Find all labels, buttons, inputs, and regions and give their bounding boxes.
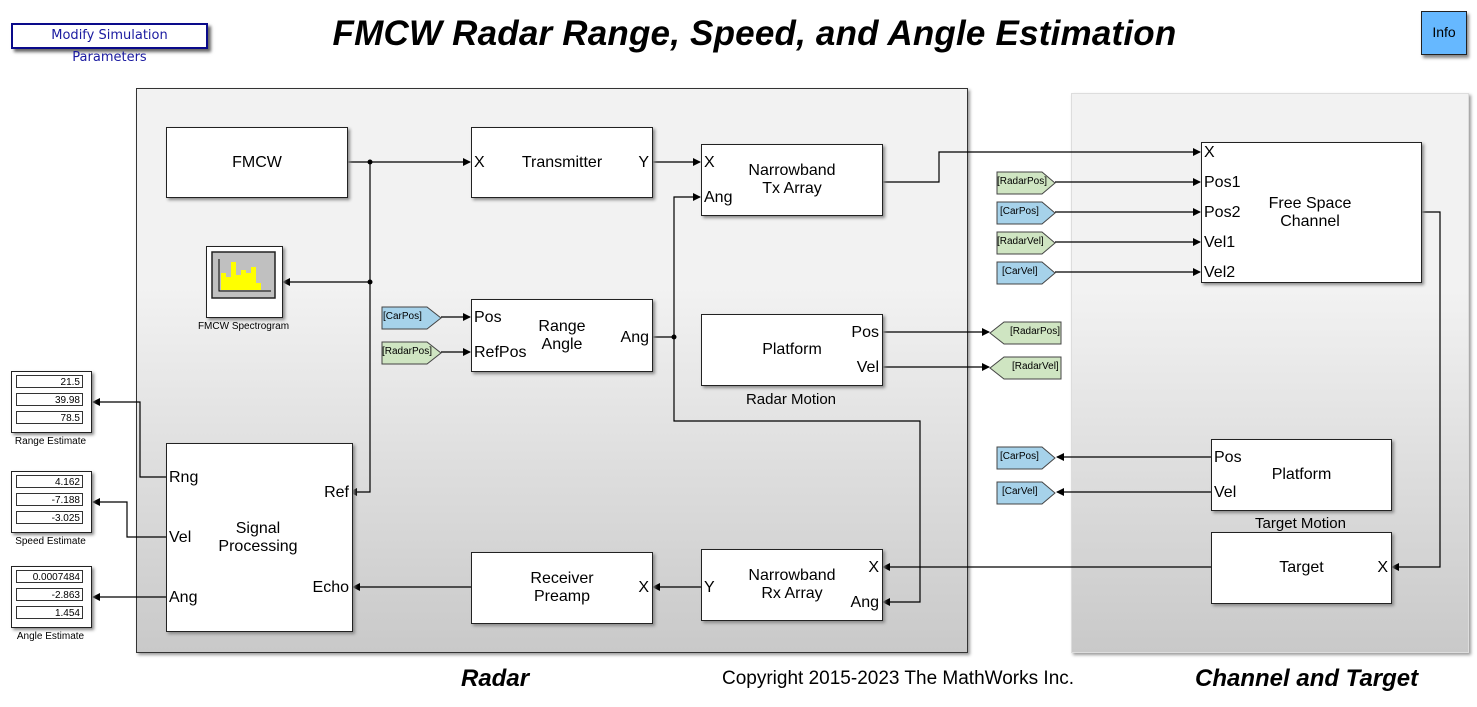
page-title: FMCW Radar Range, Speed, and Angle Estim… — [0, 14, 1477, 54]
from-tag-label: [RadarPos] — [997, 176, 1048, 187]
speed-estimate-caption: Speed Estimate — [15, 536, 86, 547]
channel-port-pos1: Pos1 — [1204, 174, 1241, 191]
channel-port-vel2: Vel2 — [1204, 264, 1236, 281]
copyright-text: Copyright 2015-2023 The MathWorks Inc. — [722, 668, 1075, 689]
angle-value: -2.863 — [16, 588, 83, 601]
signal-processing-block[interactable]: Signal Processing Rng Vel Ang Ref Echo — [166, 443, 353, 632]
speed-estimate-display[interactable]: 4.162 -7.188 -3.025 — [11, 471, 92, 533]
sp-port-ang: Ang — [169, 589, 198, 606]
range-angle-port-refpos: RefPos — [474, 344, 527, 361]
target-block[interactable]: Target X — [1211, 532, 1392, 604]
goto-tag-carvel-label: [CarVel] — [1002, 486, 1038, 497]
radar-motion-caption: Radar Motion — [745, 391, 837, 408]
radar-platform-label: Platform — [762, 341, 822, 358]
range-angle-port-pos: Pos — [474, 309, 502, 326]
range-angle-block[interactable]: Range Angle Pos RefPos Ang — [471, 299, 653, 372]
from-tag-carvel-channel[interactable]: [CarVel] — [996, 261, 1058, 285]
range-angle-port-ang: Ang — [620, 329, 649, 346]
goto-tag-radarpos[interactable]: [RadarPos] — [989, 321, 1062, 345]
angle-estimate-caption: Angle Estimate — [16, 631, 85, 642]
range-value: 78.5 — [16, 411, 83, 424]
radar-platform-port-vel: Vel — [856, 359, 879, 376]
goto-tag-carpos[interactable]: [CarPos] — [996, 446, 1058, 470]
from-tag-label: [CarVel] — [1002, 266, 1038, 277]
range-value: 21.5 — [16, 375, 83, 388]
receiver-preamp-label: Receiver Preamp — [530, 570, 594, 605]
transmitter-block[interactable]: Transmitter X Y — [471, 127, 653, 198]
goto-tag-radarpos-label: [RadarPos] — [1010, 326, 1061, 337]
rx-array-port-x: X — [868, 559, 879, 576]
fmcw-block[interactable]: FMCW — [166, 127, 348, 198]
page-title-text: FMCW Radar Range, Speed, and Angle Estim… — [332, 14, 1177, 53]
signal-processing-label: Signal Processing — [218, 519, 298, 555]
goto-tag-radarvel[interactable]: [RadarVel] — [989, 356, 1062, 380]
tx-array-port-x: X — [704, 154, 715, 171]
from-tag-radarpos-channel[interactable]: [RadarPos] — [996, 171, 1058, 195]
range-estimate-caption: Range Estimate — [14, 436, 87, 447]
sp-port-rng: Rng — [169, 469, 199, 486]
angle-value: 1.454 — [16, 606, 83, 619]
spectrum-scope-icon — [211, 251, 276, 299]
channel-port-vel1: Vel1 — [1204, 234, 1236, 251]
target-platform-port-vel: Vel — [1214, 484, 1237, 501]
speed-value: 4.162 — [16, 475, 83, 488]
info-button[interactable]: Info — [1421, 11, 1467, 55]
narrowband-tx-array-block[interactable]: Narrowband Tx Array X Ang — [701, 144, 883, 216]
channel-port-pos2: Pos2 — [1204, 204, 1241, 221]
angle-estimate-display[interactable]: 0.0007484 -2.863 1.454 — [11, 566, 92, 628]
goto-tag-radarvel-label: [RadarVel] — [1012, 361, 1059, 372]
target-label: Target — [1279, 559, 1324, 576]
spectrogram-caption: FMCW Spectrogram — [197, 321, 290, 332]
radar-platform-port-pos: Pos — [851, 324, 879, 341]
narrowband-rx-array-block[interactable]: Narrowband Rx Array Y X Ang — [701, 549, 883, 621]
sp-port-echo: Echo — [312, 579, 349, 596]
from-tag-carpos-channel[interactable]: [CarPos] — [996, 201, 1058, 225]
from-tag-radarpos[interactable]: [RadarPos] — [381, 341, 443, 365]
angle-value: 0.0007484 — [16, 570, 83, 583]
from-tag-radarpos-label: [RadarPos] — [382, 346, 433, 357]
from-tag-carpos[interactable]: [CarPos] — [381, 306, 443, 330]
rx-array-port-ang: Ang — [850, 594, 879, 611]
modify-simulation-parameters-button[interactable]: Modify Simulation Parameters — [11, 23, 208, 65]
rx-array-port-y: Y — [704, 579, 715, 596]
range-estimate-display[interactable]: 21.5 39.98 78.5 — [11, 371, 92, 433]
transmitter-label: Transmitter — [521, 153, 603, 171]
tx-array-port-ang: Ang — [704, 189, 733, 206]
fmcw-label: FMCW — [232, 153, 282, 171]
target-port-x: X — [1377, 559, 1388, 576]
speed-value: -7.188 — [16, 493, 83, 506]
radar-section-label: Radar — [461, 665, 530, 692]
target-platform-label: Platform — [1271, 466, 1332, 483]
sp-port-ref: Ref — [324, 484, 349, 501]
radar-platform-block[interactable]: Platform Pos Vel — [701, 314, 883, 386]
goto-tag-carpos-label: [CarPos] — [1000, 451, 1039, 462]
from-tag-carpos-label: [CarPos] — [383, 311, 422, 322]
range-value: 39.98 — [16, 393, 83, 406]
speed-value: -3.025 — [16, 511, 83, 524]
transmitter-port-y: Y — [638, 154, 649, 171]
from-tag-radarvel-channel[interactable]: [RadarVel] — [996, 231, 1058, 255]
sp-port-vel: Vel — [169, 529, 192, 546]
receiver-preamp-block[interactable]: Receiver Preamp X — [471, 552, 653, 624]
fmcw-spectrogram-scope[interactable] — [206, 246, 283, 318]
goto-tag-carvel[interactable]: [CarVel] — [996, 481, 1058, 505]
target-platform-port-pos: Pos — [1214, 449, 1242, 466]
transmitter-port-x: X — [474, 154, 485, 171]
from-tag-label: [RadarVel] — [997, 236, 1044, 247]
channel-port-x: X — [1204, 144, 1215, 161]
channel-target-section-label: Channel and Target — [1195, 665, 1419, 692]
free-space-channel-block[interactable]: Free Space Channel X Pos1 Pos2 Vel1 Vel2 — [1201, 142, 1422, 283]
from-tag-label: [CarPos] — [1000, 206, 1039, 217]
target-platform-block[interactable]: Platform Pos Vel — [1211, 439, 1392, 511]
target-motion-caption: Target Motion — [1255, 515, 1346, 532]
preamp-port-x: X — [638, 579, 649, 596]
